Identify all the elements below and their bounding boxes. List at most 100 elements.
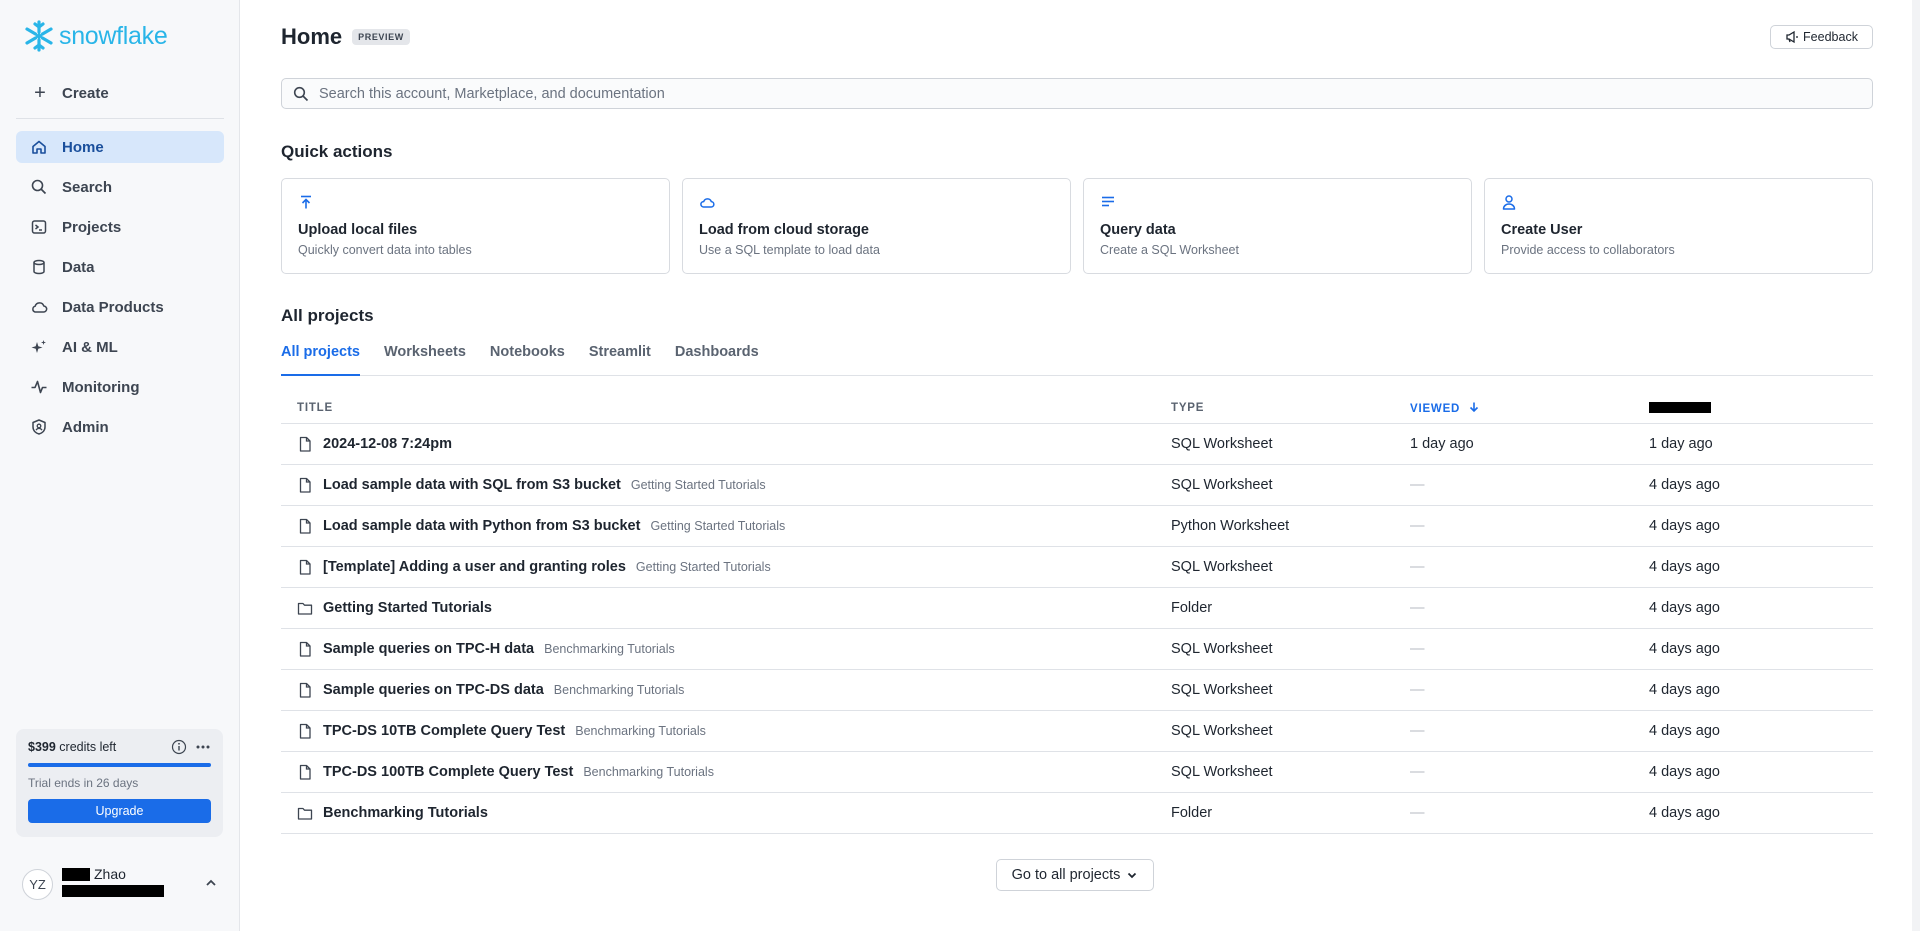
table-row[interactable]: Load sample data with SQL from S3 bucket… <box>281 464 1873 506</box>
sidebar-item-data-products[interactable]: Data Products <box>16 291 224 323</box>
snowflake-logo-icon <box>25 20 53 52</box>
column-header-redacted[interactable] <box>1633 393 1873 424</box>
sidebar-item-home[interactable]: Home <box>16 131 224 163</box>
sidebar: snowflake + Create Home Search Projects Dat… <box>0 0 240 931</box>
main-content: Home PREVIEW Feedback Quick actions Uplo… <box>240 0 1920 931</box>
search-input[interactable] <box>319 85 1819 102</box>
tab-all-projects[interactable]: All projects <box>281 344 360 376</box>
cell-type: SQL Worksheet <box>1155 464 1394 506</box>
row-title: Load sample data with SQL from S3 bucket… <box>297 477 1155 493</box>
cell-viewed: 1 day ago <box>1394 423 1633 465</box>
cell-type: SQL Worksheet <box>1155 423 1394 465</box>
quick-action-query-data[interactable]: Query data Create a SQL Worksheet <box>1083 178 1472 274</box>
row-folder: Getting Started Tutorials <box>650 518 786 533</box>
table-row[interactable]: Load sample data with Python from S3 buc… <box>281 505 1873 547</box>
cell-updated: 4 days ago <box>1633 792 1873 834</box>
go-to-all-projects-button[interactable]: Go to all projects <box>996 859 1154 891</box>
row-name[interactable]: Load sample data with SQL from S3 bucket <box>323 477 621 493</box>
cloud-icon <box>32 302 48 313</box>
row-title: Benchmarking Tutorials <box>297 805 1155 821</box>
sidebar-item-admin[interactable]: Admin <box>16 411 224 443</box>
tab-notebooks[interactable]: Notebooks <box>490 344 565 376</box>
snowflake-logo[interactable]: snowflake <box>23 19 168 53</box>
cell-type: Python Worksheet <box>1155 505 1394 547</box>
info-icon[interactable] <box>171 739 187 755</box>
quick-action-title: Query data <box>1100 222 1176 238</box>
all-projects-title: All projects <box>281 306 374 325</box>
user-icon <box>1502 195 1516 210</box>
cell-updated: 4 days ago <box>1633 505 1873 547</box>
column-header-type[interactable]: TYPE <box>1155 393 1394 424</box>
sidebar-item-projects[interactable]: Projects <box>16 211 224 243</box>
table-row[interactable]: TPC-DS 10TB Complete Query Test Benchmark… <box>281 710 1873 752</box>
table-row[interactable]: TPC-DS 100TB Complete Query Test Benchmar… <box>281 751 1873 793</box>
sidebar-divider <box>16 118 224 119</box>
upgrade-button[interactable]: Upgrade <box>28 799 211 823</box>
row-name[interactable]: TPC-DS 10TB Complete Query Test <box>323 723 565 739</box>
row-name[interactable]: Load sample data with Python from S3 buc… <box>323 518 640 534</box>
tab-worksheets[interactable]: Worksheets <box>384 344 466 376</box>
create-button[interactable]: + Create <box>16 78 224 108</box>
table-row[interactable]: 2024-12-08 7:24pm SQL Worksheet 1 day ago 1… <box>281 423 1873 465</box>
chevron-up-icon[interactable] <box>204 876 218 890</box>
search-icon <box>293 86 309 101</box>
table-row[interactable]: Getting Started Tutorials Folder —4 days a… <box>281 587 1873 629</box>
row-name[interactable]: 2024-12-08 7:24pm <box>323 436 452 452</box>
cell-viewed: — <box>1394 464 1633 506</box>
quick-action-title: Load from cloud storage <box>699 222 869 238</box>
cell-title: Load sample data with SQL from S3 bucket… <box>281 464 1155 506</box>
cell-viewed: — <box>1394 546 1633 588</box>
cell-updated: 4 days ago <box>1633 546 1873 588</box>
sidebar-item-data[interactable]: Data <box>16 251 224 283</box>
viewed-label: VIEWED <box>1410 402 1461 415</box>
quick-actions-grid: Upload local files Quickly convert data i… <box>281 178 1873 274</box>
table-row[interactable]: Sample queries on TPC-DS data Benchmarkin… <box>281 669 1873 711</box>
quick-action-load-from-cloud-storage[interactable]: Load from cloud storage Use a SQL templat… <box>682 178 1071 274</box>
quick-action-title: Upload local files <box>298 222 418 238</box>
quick-action-create-user[interactable]: Create User Provide access to collaborato… <box>1484 178 1873 274</box>
tab-streamlit[interactable]: Streamlit <box>589 344 651 376</box>
search-icon <box>31 179 47 195</box>
quick-action-subtitle: Create a SQL Worksheet <box>1100 243 1239 257</box>
cell-viewed: — <box>1394 505 1633 547</box>
user-menu[interactable]: YZ Zhao <box>22 866 222 902</box>
quick-actions-title: Quick actions <box>281 142 393 161</box>
search-bar[interactable] <box>281 78 1873 109</box>
table-row[interactable]: [Template] Adding a user and granting ro… <box>281 546 1873 588</box>
cell-updated: 4 days ago <box>1633 628 1873 670</box>
cell-viewed: — <box>1394 587 1633 629</box>
cell-title: Sample queries on TPC-DS data Benchmarkin… <box>281 669 1155 711</box>
row-name[interactable]: [Template] Adding a user and granting ro… <box>323 559 626 575</box>
cell-updated: 1 day ago <box>1633 423 1873 465</box>
table-row[interactable]: Benchmarking Tutorials Folder —4 days ago <box>281 792 1873 834</box>
row-folder: Benchmarking Tutorials <box>583 764 714 779</box>
more-icon[interactable] <box>195 739 211 755</box>
row-name[interactable]: Benchmarking Tutorials <box>323 805 488 821</box>
row-name[interactable]: TPC-DS 100TB Complete Query Test <box>323 764 573 780</box>
column-header-viewed[interactable]: VIEWED <box>1394 393 1633 424</box>
app-root: snowflake + Create Home Search Projects Dat… <box>0 0 1920 931</box>
column-header-title[interactable]: TITLE <box>281 393 1155 424</box>
credits-panel: $399 credits left Trial ends in 26 days … <box>16 729 223 837</box>
tab-dashboards[interactable]: Dashboards <box>675 344 759 376</box>
cell-viewed: — <box>1394 628 1633 670</box>
file-icon <box>299 641 311 657</box>
row-name[interactable]: Getting Started Tutorials <box>323 600 492 616</box>
cell-updated: 4 days ago <box>1633 669 1873 711</box>
sidebar-item-search[interactable]: Search <box>16 171 224 203</box>
sidebar-item-monitoring[interactable]: Monitoring <box>16 371 224 403</box>
sparkle-icon <box>31 340 46 353</box>
cell-type: SQL Worksheet <box>1155 628 1394 670</box>
redacted-first-name <box>62 867 90 881</box>
arrow-down-icon <box>1470 402 1479 412</box>
scrollbar[interactable] <box>1912 0 1920 931</box>
cell-title: 2024-12-08 7:24pm <box>281 423 1155 465</box>
quick-action-upload-local-files[interactable]: Upload local files Quickly convert data i… <box>281 178 670 274</box>
row-name[interactable]: Sample queries on TPC-H data <box>323 641 534 657</box>
table-row[interactable]: Sample queries on TPC-H data Benchmarking… <box>281 628 1873 670</box>
feedback-button[interactable]: Feedback <box>1770 25 1873 49</box>
cell-type: Folder <box>1155 587 1394 629</box>
goto-label: Go to all projects <box>1011 867 1121 883</box>
sidebar-item-ai-ml[interactable]: AI & ML <box>16 331 224 363</box>
row-name[interactable]: Sample queries on TPC-DS data <box>323 682 544 698</box>
